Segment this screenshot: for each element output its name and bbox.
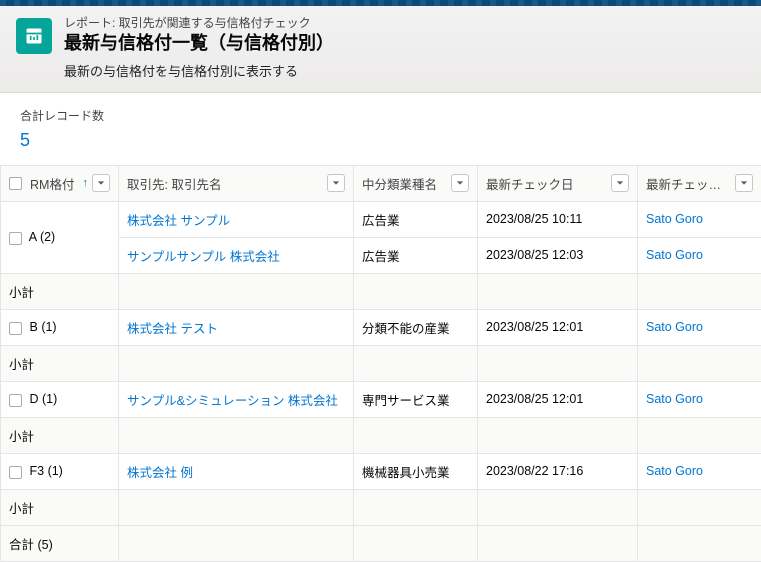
user-link[interactable]: Sato Goro — [646, 392, 703, 406]
col-header-checkuser[interactable]: 最新チェックユーザ — [638, 165, 761, 201]
user-link[interactable]: Sato Goro — [646, 212, 703, 226]
report-title: 最新与信格付一覧（与信格付別） — [64, 32, 334, 55]
report-icon — [16, 18, 52, 54]
subtotal-row: 小計 — [1, 417, 761, 453]
col-header-industry[interactable]: 中分類業種名 — [354, 165, 478, 201]
checkdate-cell: 2023/08/25 12:01 — [478, 309, 638, 345]
group-name: B — [29, 320, 37, 334]
summary-value: 5 — [20, 130, 741, 151]
report-eyebrow: レポート: 取引先が関連する与信格付チェック — [64, 16, 334, 32]
row-checkbox[interactable] — [9, 322, 22, 335]
report-desc: 最新の与信格付を与信格付別に表示する — [64, 61, 334, 80]
group-count: (1) — [48, 464, 63, 478]
header-checkbox[interactable] — [9, 177, 22, 190]
account-link[interactable]: 株式会社 例 — [127, 466, 193, 480]
total-row: 合計 (5) — [1, 525, 761, 561]
sort-asc-icon: ↑ — [83, 177, 89, 189]
group-name: A — [29, 230, 37, 244]
summary-label: 合計レコード数 — [20, 107, 741, 124]
checkdate-cell: 2023/08/25 12:01 — [478, 381, 638, 417]
group-count: (1) — [41, 320, 56, 334]
account-link[interactable]: 株式会社 テスト — [127, 322, 218, 336]
col-menu-button[interactable] — [735, 174, 753, 192]
checkdate-cell: 2023/08/25 10:11 — [478, 201, 638, 237]
subtotal-row: 小計 — [1, 345, 761, 381]
total-label: 合計 — [9, 538, 34, 552]
industry-cell: 専門サービス業 — [354, 381, 478, 417]
industry-cell: 分類不能の産業 — [354, 309, 478, 345]
report-table: RM格付 ↑ 取引先: 取引先名 中分類業種名 最新チェック日 — [0, 165, 761, 562]
subtotal-label: 小計 — [1, 489, 119, 525]
industry-cell: 広告業 — [354, 201, 478, 237]
group-count: (2) — [40, 230, 55, 244]
subtotal-label: 小計 — [1, 345, 119, 381]
account-link[interactable]: サンプルサンプル 株式会社 — [127, 250, 280, 264]
account-link[interactable]: 株式会社 サンプル — [127, 214, 230, 228]
group-cell[interactable]: A (2) — [1, 201, 119, 273]
col-menu-button[interactable] — [92, 174, 110, 192]
user-link[interactable]: Sato Goro — [646, 320, 703, 334]
row-checkbox[interactable] — [9, 232, 22, 245]
col-menu-button[interactable] — [327, 174, 345, 192]
row-checkbox[interactable] — [9, 394, 22, 407]
user-link[interactable]: Sato Goro — [646, 248, 703, 262]
subtotal-row: 小計 — [1, 273, 761, 309]
industry-cell: 機械器具小売業 — [354, 453, 478, 489]
user-link[interactable]: Sato Goro — [646, 464, 703, 478]
group-cell[interactable]: B (1) — [1, 309, 119, 345]
col-menu-button[interactable] — [611, 174, 629, 192]
col-header-account[interactable]: 取引先: 取引先名 — [119, 165, 354, 201]
subtotal-label: 小計 — [1, 417, 119, 453]
group-cell[interactable]: D (1) — [1, 381, 119, 417]
industry-cell: 広告業 — [354, 237, 478, 273]
table-row: A (2)株式会社 サンプル広告業2023/08/25 10:11Sato Go… — [1, 201, 761, 237]
row-checkbox[interactable] — [9, 466, 22, 479]
subtotal-label: 小計 — [1, 273, 119, 309]
table-row: B (1) 株式会社 テスト 分類不能の産業2023/08/25 12:01 Sato… — [1, 309, 761, 345]
col-header-checkdate[interactable]: 最新チェック日 — [478, 165, 638, 201]
group-name: F3 — [29, 464, 44, 478]
group-cell[interactable]: F3 (1) — [1, 453, 119, 489]
account-link[interactable]: サンプル&シミュレーション 株式会社 — [127, 394, 338, 408]
subtotal-row: 小計 — [1, 489, 761, 525]
group-name: D — [29, 392, 38, 406]
col-menu-button[interactable] — [451, 174, 469, 192]
table-row: D (1) サンプル&シミュレーション 株式会社 専門サービス業2023/08/25… — [1, 381, 761, 417]
table-row: F3 (1) 株式会社 例 機械器具小売業2023/08/22 17:16 Sato … — [1, 453, 761, 489]
col-header-rm-rating[interactable]: RM格付 ↑ — [1, 165, 119, 201]
total-count: (5) — [38, 538, 53, 552]
checkdate-cell: 2023/08/22 17:16 — [478, 453, 638, 489]
report-header: レポート: 取引先が関連する与信格付チェック 最新与信格付一覧（与信格付別） 最… — [0, 6, 761, 93]
checkdate-cell: 2023/08/25 12:03 — [478, 237, 638, 273]
summary-block: 合計レコード数 5 — [0, 93, 761, 155]
group-count: (1) — [42, 392, 57, 406]
